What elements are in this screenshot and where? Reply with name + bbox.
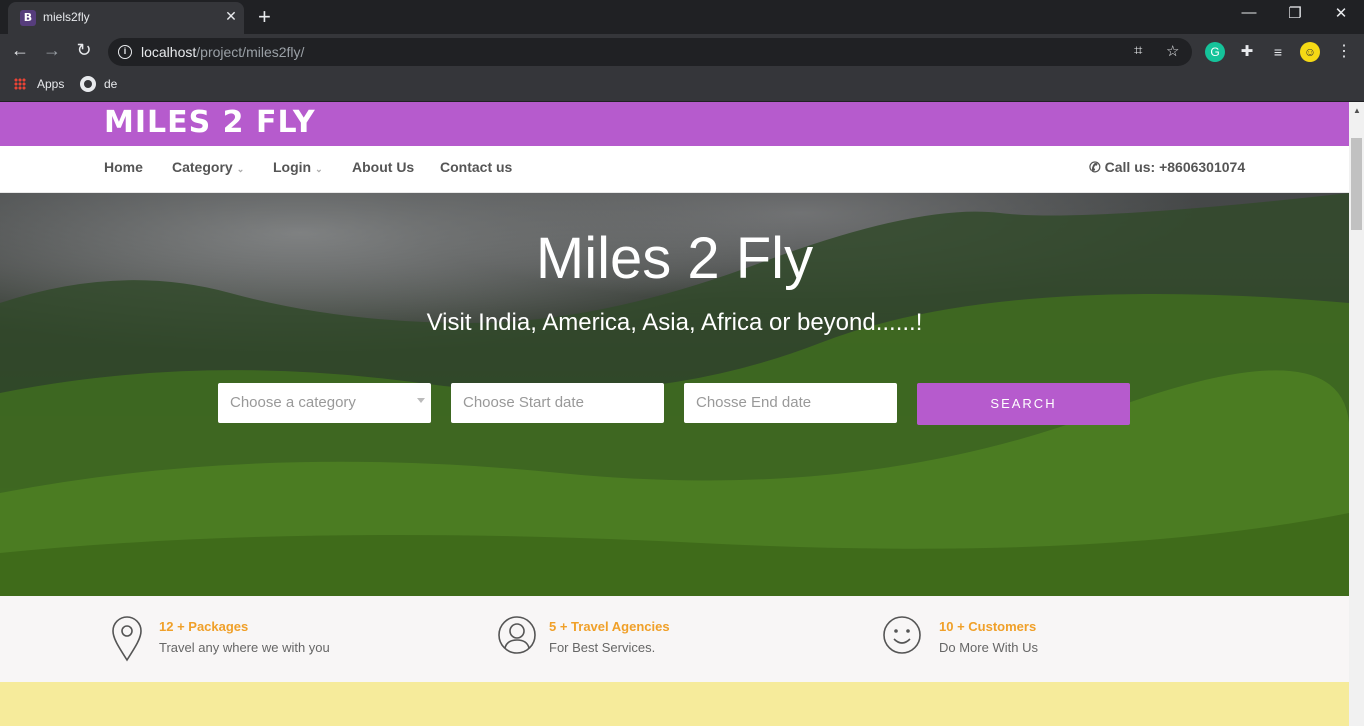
bookmark-de[interactable]: de	[104, 77, 117, 91]
url-text: localhost/project/miles2fly/	[141, 44, 304, 60]
bootstrap-favicon-icon: B	[20, 10, 36, 26]
stat-packages-title: 12 + Packages	[159, 619, 249, 634]
nav-category[interactable]: Category ⌄	[172, 159, 244, 175]
grammarly-icon[interactable]: G	[1205, 42, 1225, 62]
stat-packages-text: Travel any where we with you	[159, 640, 330, 655]
media-queue-icon[interactable]: ≡	[1268, 42, 1288, 62]
next-section	[0, 682, 1349, 726]
bookmark-apps[interactable]: Apps	[37, 77, 64, 91]
stat-customers-title: 10 + Customers	[939, 619, 1037, 634]
category-placeholder: Choose a category	[230, 394, 356, 411]
map-pin-icon	[112, 616, 142, 662]
smile-icon	[883, 616, 921, 654]
tab-strip: B miels2fly ✕ + — ❐ ✕	[0, 0, 1364, 34]
bookmark-star-icon[interactable]: ☆	[1166, 42, 1179, 60]
nav-login[interactable]: Login ⌄	[273, 159, 323, 175]
bookmarks-bar	[0, 70, 1364, 102]
nav-about-label: About Us	[352, 159, 415, 175]
reload-icon[interactable]: ↻	[72, 40, 96, 61]
nav-home-label: Home	[104, 159, 143, 175]
start-date-placeholder: Choose Start date	[463, 394, 584, 411]
nav-contact[interactable]: Contact us	[440, 159, 512, 175]
hero-banner: Miles 2 Fly Visit India, America, Asia, …	[0, 193, 1349, 596]
select-arrow-icon	[417, 398, 425, 403]
nav-login-label: Login	[273, 159, 312, 175]
chevron-down-icon: ⌄	[236, 164, 245, 174]
url-path: /project/miles2fly/	[196, 44, 305, 60]
end-date-input[interactable]: Chosse End date	[684, 383, 897, 423]
close-window-icon[interactable]: ✕	[1318, 4, 1364, 22]
new-tab-icon[interactable]: +	[258, 4, 271, 30]
browser-tab[interactable]: B miels2fly ✕	[8, 2, 244, 34]
main-nav: Home Category ⌄ Login ⌄ About Us Contact u…	[0, 146, 1349, 193]
profile-avatar-icon[interactable]: ☺	[1300, 42, 1320, 62]
site-logo[interactable]: MILES 2 FLY	[104, 105, 316, 140]
user-icon	[498, 616, 536, 654]
menu-kebab-icon[interactable]: ⋮	[1334, 42, 1354, 62]
minimize-icon[interactable]: —	[1226, 4, 1272, 21]
stat-agencies-text: For Best Services.	[549, 640, 656, 655]
nav-category-label: Category	[172, 159, 233, 175]
nav-home[interactable]: Home	[104, 159, 143, 175]
brand-bar: MILES 2 FLY	[0, 102, 1349, 146]
back-icon[interactable]: ←	[8, 40, 32, 61]
address-bar[interactable]: i localhost/project/miles2fly/ ⌗ ☆	[108, 38, 1192, 66]
restore-icon[interactable]: ❐	[1272, 4, 1318, 22]
end-date-placeholder: Chosse End date	[696, 394, 812, 411]
search-button[interactable]: SEARCH	[917, 383, 1130, 425]
scroll-up-icon[interactable]: ▲	[1353, 106, 1361, 115]
start-date-input[interactable]: Choose Start date	[451, 383, 664, 423]
site-info-icon[interactable]: i	[118, 45, 132, 59]
apps-grid-icon[interactable]	[14, 78, 26, 90]
call-us-text: Call us: +8606301074	[1104, 159, 1246, 175]
category-select[interactable]: Choose a category	[218, 383, 431, 423]
stat-customers-text: Do More With Us	[939, 640, 1038, 655]
page-scrollbar[interactable]: ▲	[1349, 102, 1364, 726]
forward-icon[interactable]: →	[40, 40, 64, 61]
page-viewport: MILES 2 FLY Home Category ⌄ Login ⌄ About …	[0, 102, 1349, 726]
call-us: ✆ Call us: +8606301074	[1089, 159, 1245, 176]
close-tab-icon[interactable]: ✕	[222, 8, 240, 25]
extensions-puzzle-icon[interactable]: ✚	[1237, 42, 1257, 62]
tab-title: miels2fly	[43, 10, 90, 24]
chevron-down-icon: ⌄	[315, 164, 323, 174]
nav-about[interactable]: About Us	[352, 159, 414, 175]
nav-contact-label: Contact us	[440, 159, 513, 175]
translate-icon[interactable]: ⌗	[1134, 42, 1142, 59]
url-host: localhost	[141, 44, 197, 60]
stats-strip: 12 + Packages Travel any where we with y…	[0, 596, 1349, 682]
browser-toolbar: ← → ↻ i localhost/project/miles2fly/ ⌗ ☆…	[0, 34, 1364, 70]
phone-icon: ✆	[1089, 159, 1105, 175]
stat-agencies-title: 5 + Travel Agencies	[549, 619, 670, 634]
github-icon[interactable]	[80, 76, 96, 92]
hero-subtitle: Visit India, America, Asia, Africa or be…	[426, 309, 923, 336]
scroll-thumb[interactable]	[1351, 138, 1362, 230]
hero-title: Miles 2 Fly	[535, 226, 814, 291]
